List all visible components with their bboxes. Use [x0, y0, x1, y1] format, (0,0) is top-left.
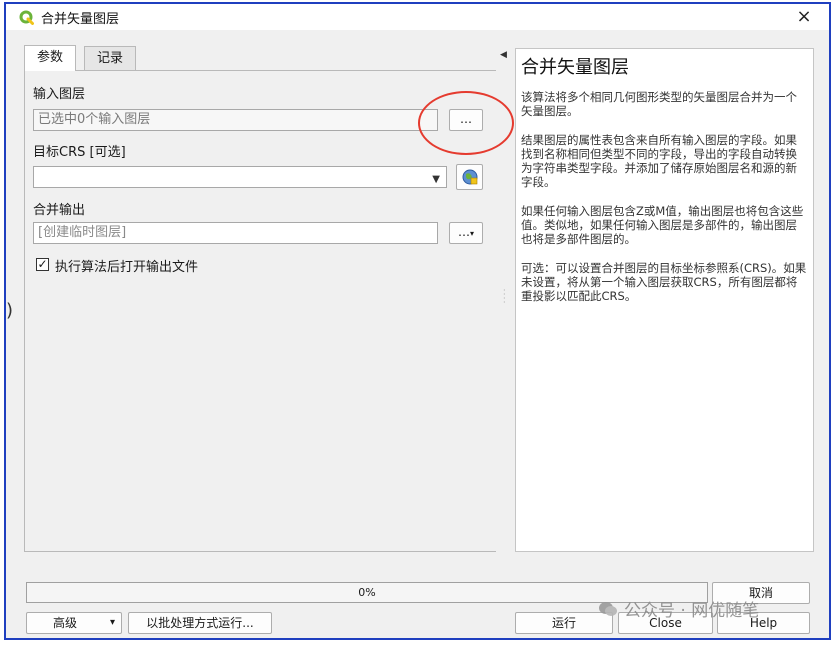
input-layer-field[interactable]: 已选中0个输入图层	[33, 109, 438, 131]
help-paragraph: 可选：可以设置合并图层的目标坐标参照系(CRS)。如果未设置，将从第一个输入图层…	[521, 260, 807, 304]
tab-panel: 输入图层 已选中0个输入图层 … 目标CRS [可选] ▼ 合并输出 [创建临时…	[24, 70, 496, 552]
watermark: 公众号 · 网优随笔	[598, 596, 759, 621]
progress-text: 0%	[358, 586, 376, 599]
window-title: 合并矢量图层	[41, 11, 120, 27]
merged-output-label: 合并输出	[33, 203, 86, 218]
caret-down-icon: ▾	[109, 617, 115, 628]
splitter-handle[interactable]: · · · ·	[503, 287, 506, 307]
merged-output-browse-button[interactable]: …▾	[449, 222, 483, 244]
tab-log[interactable]: 记录	[84, 46, 137, 70]
target-crs-label: 目标CRS [可选]	[33, 145, 126, 160]
wechat-icon	[598, 601, 618, 617]
advanced-dropdown-button[interactable]: 高级 ▾	[26, 612, 122, 634]
input-layer-label: 输入图层	[33, 87, 86, 102]
help-pane: 合并矢量图层 该算法将多个相同几何图形类型的矢量图层合并为一个矢量图层。 结果图…	[515, 48, 814, 552]
merged-output-field[interactable]: [创建临时图层]	[33, 222, 438, 244]
advanced-label: 高级	[53, 616, 78, 630]
help-paragraph: 结果图层的属性表包含来自所有输入图层的字段。如果找到名称相同但类型不同的字段，导…	[521, 132, 797, 190]
qgis-logo-icon	[18, 9, 34, 25]
caret-down-icon: ▾	[469, 229, 474, 238]
chevron-down-icon: ▼	[432, 174, 440, 185]
dialog-window: 合并矢量图层 × ) 参数 记录 输入图层 已选中0个输入图层 … 目标CRS …	[4, 2, 831, 640]
watermark-text: 公众号 · 网优随笔	[624, 601, 760, 621]
help-paragraph: 该算法将多个相同几何图形类型的矢量图层合并为一个矢量图层。	[521, 90, 797, 119]
open-output-checkbox[interactable]: ✓	[36, 258, 49, 271]
annotation-circle	[418, 91, 514, 155]
target-crs-select[interactable]: ▼	[33, 166, 447, 188]
left-edge-mark: )	[6, 300, 14, 321]
browse-ellipsis-label: …	[457, 225, 470, 239]
open-output-checkbox-label: 执行算法后打开输出文件	[55, 260, 199, 275]
close-window-button[interactable]: ×	[793, 6, 815, 28]
splitter-collapse-icon[interactable]: ◀	[500, 50, 507, 60]
batch-process-button[interactable]: 以批处理方式运行...	[128, 612, 272, 634]
help-paragraph: 如果任何输入图层包含Z或M值，输出图层也将包含这些值。类似地，如果任何输入图层是…	[521, 203, 804, 247]
crs-selector-button[interactable]	[456, 164, 483, 190]
title-bar: 合并矢量图层 ×	[6, 4, 829, 30]
help-title: 合并矢量图层	[521, 57, 629, 78]
tab-parameters[interactable]: 参数	[24, 45, 77, 71]
globe-icon	[461, 169, 479, 189]
